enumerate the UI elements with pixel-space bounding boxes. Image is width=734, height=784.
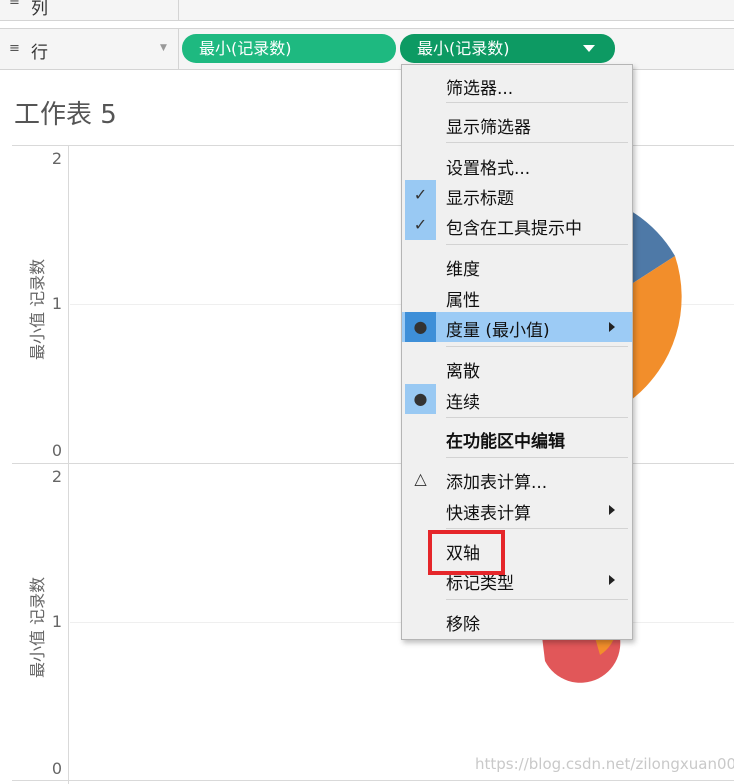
annotation-highlight-box: [428, 530, 505, 575]
menu-item-show-header[interactable]: ✓ 显示标题: [402, 180, 632, 210]
menu-separator: [446, 102, 628, 103]
watermark: https://blog.csdn.net/zilongxuan008: [475, 755, 734, 773]
menu-item-continuous[interactable]: ● 连续: [402, 384, 632, 414]
check-icon: ✓: [405, 210, 436, 240]
delta-icon: △: [414, 469, 427, 488]
menu-item-discrete[interactable]: 离散: [402, 353, 632, 383]
menu-item-show-filter[interactable]: 显示筛选器: [402, 109, 632, 139]
menu-item-include-in-tooltip[interactable]: ✓ 包含在工具提示中: [402, 210, 632, 240]
menu-item-edit-in-shelf[interactable]: 在功能区中编辑: [402, 423, 632, 453]
menu-item-attribute[interactable]: 属性: [402, 282, 632, 312]
menu-item-measure-min[interactable]: ● 度量 (最小值): [402, 312, 632, 342]
menu-separator: [446, 599, 628, 600]
menu-separator: [446, 142, 628, 143]
menu-separator: [446, 417, 628, 418]
submenu-arrow-icon: [609, 575, 615, 585]
menu-separator: [446, 528, 628, 529]
menu-separator: [446, 244, 628, 245]
menu-item-quick-table-calc[interactable]: 快速表计算: [402, 495, 632, 525]
submenu-arrow-icon: [609, 505, 615, 515]
check-icon: ✓: [405, 180, 436, 210]
menu-item-dimension[interactable]: 维度: [402, 251, 632, 281]
menu-item-remove[interactable]: 移除: [402, 606, 632, 636]
submenu-arrow-icon: [609, 322, 615, 332]
menu-separator: [446, 457, 628, 458]
radio-dot-icon: ●: [405, 384, 436, 414]
menu-item-format[interactable]: 设置格式...: [402, 150, 632, 180]
menu-separator: [446, 346, 628, 347]
menu-item-filter[interactable]: 筛选器...: [402, 70, 632, 100]
menu-item-add-table-calc[interactable]: △ 添加表计算...: [402, 464, 632, 494]
radio-dot-icon: ●: [405, 312, 436, 342]
